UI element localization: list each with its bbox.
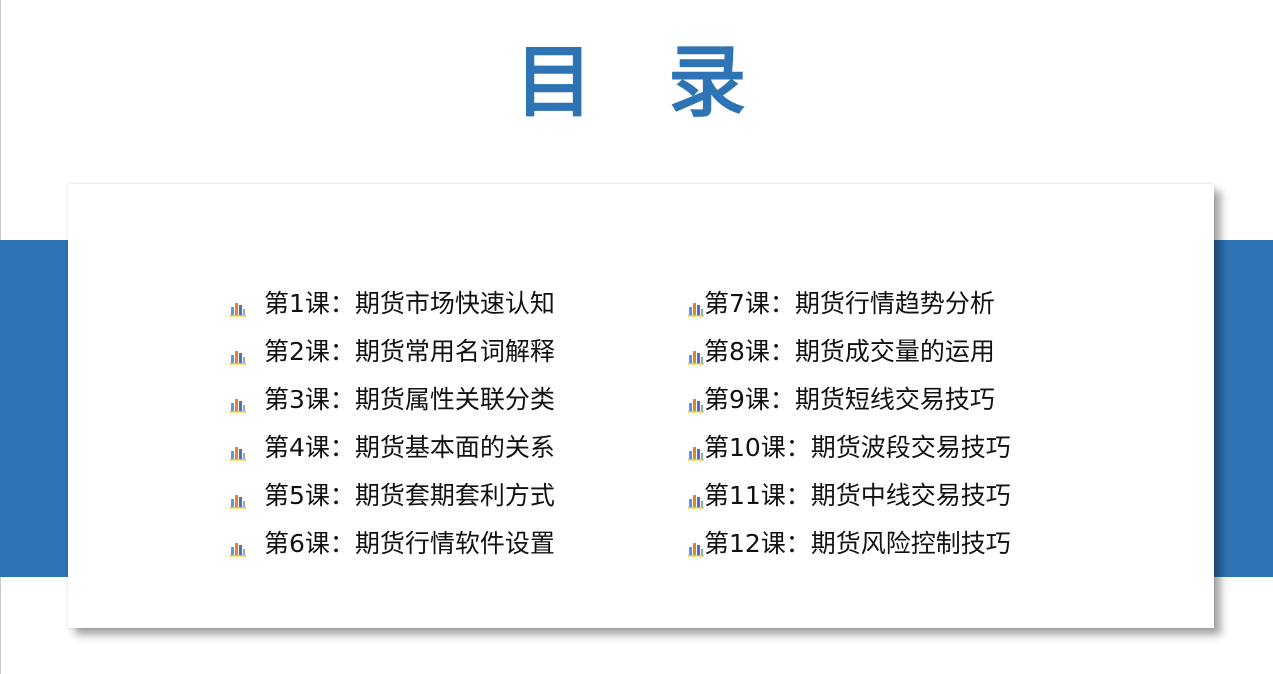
- toc-item[interactable]: 第11课：期货中线交易技巧: [687, 470, 1011, 518]
- toc-card: 第1课：期货市场快速认知 第2课：期货常用名词解释 第3课：期货属性关联分类 第…: [68, 184, 1214, 628]
- bar-chart-icon: [687, 534, 704, 556]
- toc-item-label: 第8课：期货成交量的运用: [704, 337, 995, 366]
- toc-item[interactable]: 第12课：期货风险控制技巧: [687, 518, 1011, 566]
- bar-chart-icon: [687, 438, 704, 460]
- toc-item-label: 第1课：期货市场快速认知: [264, 289, 555, 318]
- toc-item-label: 第7课：期货行情趋势分析: [704, 289, 995, 318]
- bar-chart-icon: [229, 390, 246, 412]
- toc-item-label: 第4课：期货基本面的关系: [264, 433, 555, 462]
- toc-item-label: 第12课：期货风险控制技巧: [704, 529, 1011, 558]
- bar-chart-icon: [229, 534, 246, 556]
- toc-item[interactable]: 第6课：期货行情软件设置: [229, 518, 555, 566]
- toc-item-label: 第2课：期货常用名词解释: [264, 337, 555, 366]
- toc-item-label: 第10课：期货波段交易技巧: [704, 433, 1011, 462]
- toc-column-right: 第7课：期货行情趋势分析 第8课：期货成交量的运用 第9课：期货短线交易技巧 第…: [687, 278, 1011, 566]
- toc-item[interactable]: 第8课：期货成交量的运用: [687, 326, 1011, 374]
- bar-chart-icon: [229, 342, 246, 364]
- toc-item[interactable]: 第4课：期货基本面的关系: [229, 422, 555, 470]
- toc-item[interactable]: 第9课：期货短线交易技巧: [687, 374, 1011, 422]
- toc-item-label: 第11课：期货中线交易技巧: [704, 481, 1011, 510]
- bar-chart-icon: [687, 294, 704, 316]
- toc-item-label: 第3课：期货属性关联分类: [264, 385, 555, 414]
- bar-chart-icon: [687, 486, 704, 508]
- toc-item[interactable]: 第10课：期货波段交易技巧: [687, 422, 1011, 470]
- bar-chart-icon: [229, 294, 246, 316]
- toc-item[interactable]: 第5课：期货套期套利方式: [229, 470, 555, 518]
- toc-item-label: 第6课：期货行情软件设置: [264, 529, 555, 558]
- toc-item-label: 第9课：期货短线交易技巧: [704, 385, 995, 414]
- toc-column-left: 第1课：期货市场快速认知 第2课：期货常用名词解释 第3课：期货属性关联分类 第…: [229, 278, 555, 566]
- toc-item[interactable]: 第7课：期货行情趋势分析: [687, 278, 1011, 326]
- bar-chart-icon: [687, 342, 704, 364]
- toc-item[interactable]: 第1课：期货市场快速认知: [229, 278, 555, 326]
- bar-chart-icon: [229, 486, 246, 508]
- page-title: 目 录: [514, 38, 771, 128]
- bar-chart-icon: [229, 438, 246, 460]
- toc-item-label: 第5课：期货套期套利方式: [264, 481, 555, 510]
- bar-chart-icon: [687, 390, 704, 412]
- toc-item[interactable]: 第2课：期货常用名词解释: [229, 326, 555, 374]
- toc-item[interactable]: 第3课：期货属性关联分类: [229, 374, 555, 422]
